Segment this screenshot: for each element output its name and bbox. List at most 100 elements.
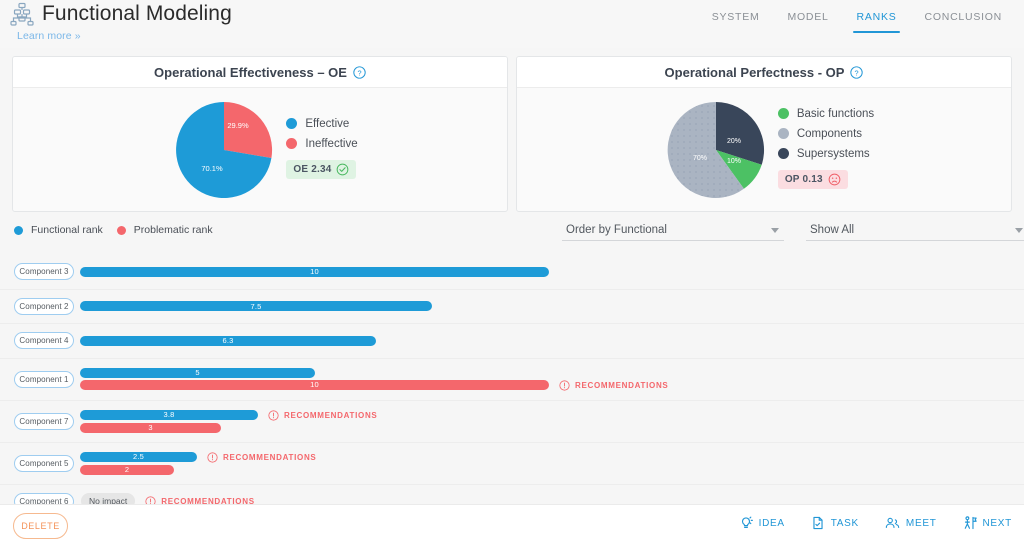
svg-text:?: ? xyxy=(357,68,361,77)
recommendations-label: RECOMMENDATIONS xyxy=(284,411,377,420)
component-rank-list: Component 3 10 Component 2 7.5 Com xyxy=(0,255,1024,507)
idea-label: IDEA xyxy=(759,518,785,529)
tab-system[interactable]: SYSTEM xyxy=(698,8,774,33)
oe-card-title: Operational Effectiveness – OE xyxy=(154,65,347,80)
show-filter-value: Show All xyxy=(810,224,854,236)
op-card-title: Operational Perfectness - OP xyxy=(665,65,845,80)
title-group: Functional Modeling xyxy=(10,2,232,26)
bar-stack: 6.3 xyxy=(80,336,1024,346)
legend-item: Supersystems xyxy=(778,148,874,160)
check-circle-icon xyxy=(336,163,349,176)
functional-bar-value: 6.3 xyxy=(222,337,233,345)
delete-button[interactable]: DELETE xyxy=(13,513,68,539)
component-chip[interactable]: Component 3 xyxy=(14,263,74,280)
oe-pie-chart: 29.9% 70.1% xyxy=(172,98,276,202)
legend-item: Ineffective xyxy=(286,138,357,150)
tab-model[interactable]: MODEL xyxy=(773,8,842,33)
table-row[interactable]: Component 4 6.3 xyxy=(0,324,1024,359)
recommendations-link[interactable]: RECOMMENDATIONS xyxy=(207,452,316,463)
alert-circle-icon xyxy=(268,410,279,421)
functional-bar: 3.8 xyxy=(80,410,258,420)
select-group: Order by Functional Show All xyxy=(562,222,1024,241)
bar-line-functional: 7.5 xyxy=(80,301,1024,311)
problematic-bar: 2 xyxy=(80,465,174,475)
oe-score-badge: OE 2.34 xyxy=(286,160,356,179)
bar-stack: 5 10 RE xyxy=(80,368,1024,391)
legend-label: Problematic rank xyxy=(134,224,213,236)
problematic-bar-value: 2 xyxy=(125,466,129,474)
functional-bar-value: 5 xyxy=(195,369,199,377)
bar-line-functional: 5 xyxy=(80,368,1024,378)
functional-bar-value: 2.5 xyxy=(133,453,144,461)
page-title: Functional Modeling xyxy=(42,2,232,26)
op-card-header: Operational Perfectness - OP ? xyxy=(517,57,1011,88)
document-check-icon xyxy=(811,516,825,530)
component-chip[interactable]: Component 7 xyxy=(14,413,74,430)
functional-bar: 6.3 xyxy=(80,336,376,346)
next-action[interactable]: NEXT xyxy=(963,516,1012,530)
tab-ranks[interactable]: RANKS xyxy=(843,8,911,33)
recommendations-link[interactable]: RECOMMENDATIONS xyxy=(268,410,377,421)
bar-stack: 3.8 RECOMMENDATIONS xyxy=(80,410,1024,433)
lightbulb-icon xyxy=(739,516,753,530)
rank-legend: Functional rank Problematic rank xyxy=(14,224,213,236)
table-row[interactable]: Component 5 2.5 RECO xyxy=(0,443,1024,485)
oe-score-value: OE 2.34 xyxy=(293,164,331,175)
legend-dot-icon xyxy=(778,108,789,119)
people-icon xyxy=(885,516,900,530)
order-by-select[interactable]: Order by Functional xyxy=(562,222,784,241)
order-by-value: Order by Functional xyxy=(566,224,667,236)
legend-label: Supersystems xyxy=(797,148,870,160)
oe-legend: Effective Ineffective OE 2.34 xyxy=(286,118,357,183)
meet-label: MEET xyxy=(906,518,937,529)
functional-bar-value: 3.8 xyxy=(163,411,174,419)
functional-bar: 7.5 xyxy=(80,301,432,311)
component-chip[interactable]: Component 4 xyxy=(14,332,74,349)
table-row[interactable]: Component 2 7.5 xyxy=(0,290,1024,325)
legend-dot-icon xyxy=(778,128,789,139)
next-label: NEXT xyxy=(983,518,1012,529)
legend-label: Components xyxy=(797,128,862,140)
bar-line-functional: 2.5 RECOMMENDATIONS xyxy=(80,452,1024,463)
question-circle-icon[interactable]: ? xyxy=(850,66,863,79)
component-chip[interactable]: Component 2 xyxy=(14,298,74,315)
sad-face-icon xyxy=(828,173,841,186)
chevron-down-icon xyxy=(771,228,779,233)
task-action[interactable]: TASK xyxy=(811,516,859,530)
component-chip[interactable]: Component 1 xyxy=(14,371,74,388)
learn-more-link[interactable]: Learn more » xyxy=(17,30,81,42)
legend-label: Ineffective xyxy=(305,138,357,150)
alert-circle-icon xyxy=(207,452,218,463)
table-row[interactable]: Component 1 5 10 xyxy=(0,359,1024,401)
oe-card: Operational Effectiveness – OE ? 29.9% xyxy=(12,56,508,212)
footer-actions: IDEA TASK xyxy=(739,516,1012,530)
oe-slice-label-effective: 70.1% xyxy=(202,164,224,173)
bar-line-problematic: 10 RECOMMENDATIONS xyxy=(80,380,1024,391)
legend-item: Components xyxy=(778,128,874,140)
bar-stack: 10 xyxy=(80,267,1024,277)
idea-action[interactable]: IDEA xyxy=(739,516,785,530)
question-circle-icon[interactable]: ? xyxy=(353,66,366,79)
problematic-bar: 10 xyxy=(80,380,549,390)
op-slice-label-supersystems: 20% xyxy=(727,138,741,145)
oe-card-body: 29.9% 70.1% Effective Ineffective OE 2.3… xyxy=(13,88,507,212)
bar-stack: 7.5 xyxy=(80,301,1024,311)
show-filter-select[interactable]: Show All xyxy=(806,222,1024,241)
legend-item-functional: Functional rank xyxy=(14,224,103,236)
svg-text:?: ? xyxy=(855,68,859,77)
oe-card-header: Operational Effectiveness – OE ? xyxy=(13,57,507,88)
metric-cards: Operational Effectiveness – OE ? 29.9% xyxy=(12,56,1012,212)
legend-dot-icon xyxy=(286,138,297,149)
op-score-badge: OP 0.13 xyxy=(778,170,848,189)
chevron-down-icon xyxy=(1015,228,1023,233)
table-row[interactable]: Component 7 3.8 RECO xyxy=(0,401,1024,443)
meet-action[interactable]: MEET xyxy=(885,516,937,530)
table-row[interactable]: Component 3 10 xyxy=(0,255,1024,290)
bar-line-functional: 3.8 RECOMMENDATIONS xyxy=(80,410,1024,421)
component-chip[interactable]: Component 5 xyxy=(14,455,74,472)
tab-conclusion[interactable]: CONCLUSION xyxy=(910,8,1016,33)
bar-line-problematic: 3 xyxy=(80,423,1024,433)
recommendations-link[interactable]: RECOMMENDATIONS xyxy=(559,380,668,391)
task-label: TASK xyxy=(831,518,859,529)
functional-bar: 2.5 xyxy=(80,452,197,462)
